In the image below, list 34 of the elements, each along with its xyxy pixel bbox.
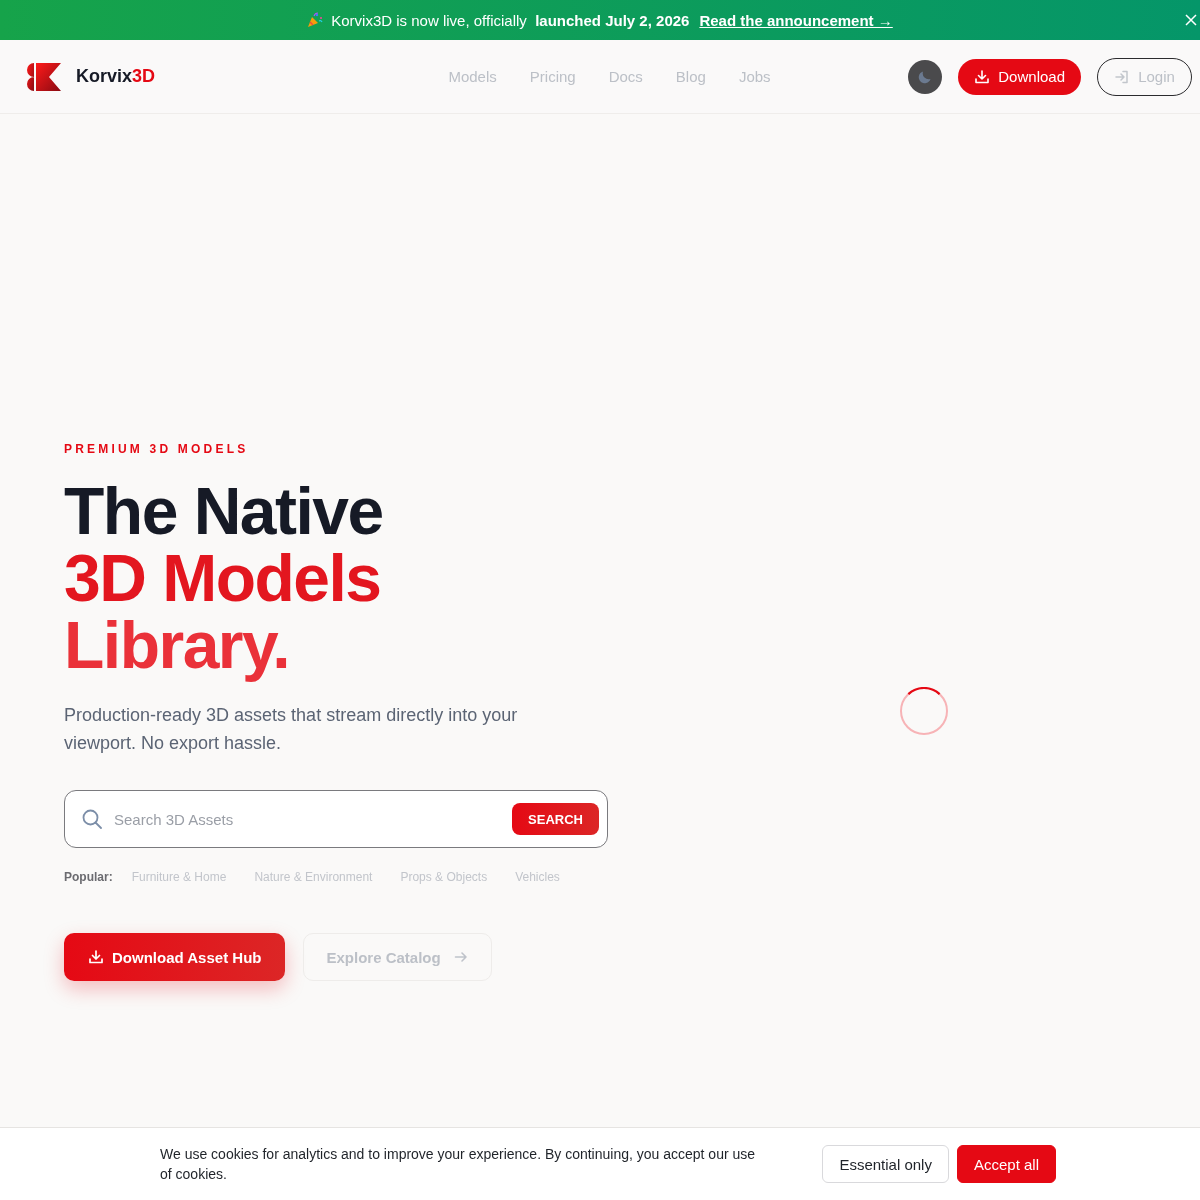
popular-label: Popular: [64,869,113,885]
hero-subtitle: Production-ready 3D assets that stream directly into your viewport. No export hassle. [64,704,519,755]
spinner-icon [900,687,948,735]
download-icon [88,949,104,965]
moon-icon [918,69,933,84]
download-icon [974,68,991,85]
cookie-message: We use cookies for analytics and to improve your experience. By continuing, you accept our use of cookies. [160,1145,757,1184]
login-icon [1114,68,1131,85]
nav-link[interactable]: Jobs [738,68,771,85]
popular-tag[interactable]: Nature & Environment [254,869,373,885]
search-icon [82,809,102,829]
theme-toggle-button[interactable] [908,59,943,94]
nav-link[interactable]: Blog [675,68,706,85]
download-button[interactable]: Download [958,58,1081,95]
brand-name[interactable]: Korvix3D [76,66,156,87]
accept-all-button[interactable]: Accept all [956,1145,1056,1183]
download-asset-hub-button[interactable]: Download Asset Hub [64,933,286,981]
announcement-link[interactable]: Read the announcement → [699,11,893,29]
search-field[interactable]: Search 3D Assets SEARCH [64,790,608,848]
party-popper-icon [307,12,324,28]
logo-icon[interactable] [27,62,61,91]
nav-link[interactable]: Models [448,68,497,85]
announcement-text: Korvix3D is now live, officially launched July 2, 2026 [331,11,690,29]
arrow-right-icon [452,949,469,965]
close-icon[interactable] [1185,14,1197,26]
popular-tag[interactable]: Vehicles [515,869,560,885]
popular-tag[interactable]: Props & Objects [400,869,488,885]
nav-link[interactable]: Docs [608,68,643,85]
eyebrow-label: PREMIUM 3D MODELS [64,441,249,457]
popular-tag[interactable]: Furniture & Home [131,869,227,885]
essential-only-button[interactable]: Essential only [822,1145,949,1183]
search-button[interactable]: SEARCH [512,803,599,835]
nav-link[interactable]: Pricing [529,68,576,85]
explore-catalog-button[interactable]: Explore Catalog [303,933,492,981]
